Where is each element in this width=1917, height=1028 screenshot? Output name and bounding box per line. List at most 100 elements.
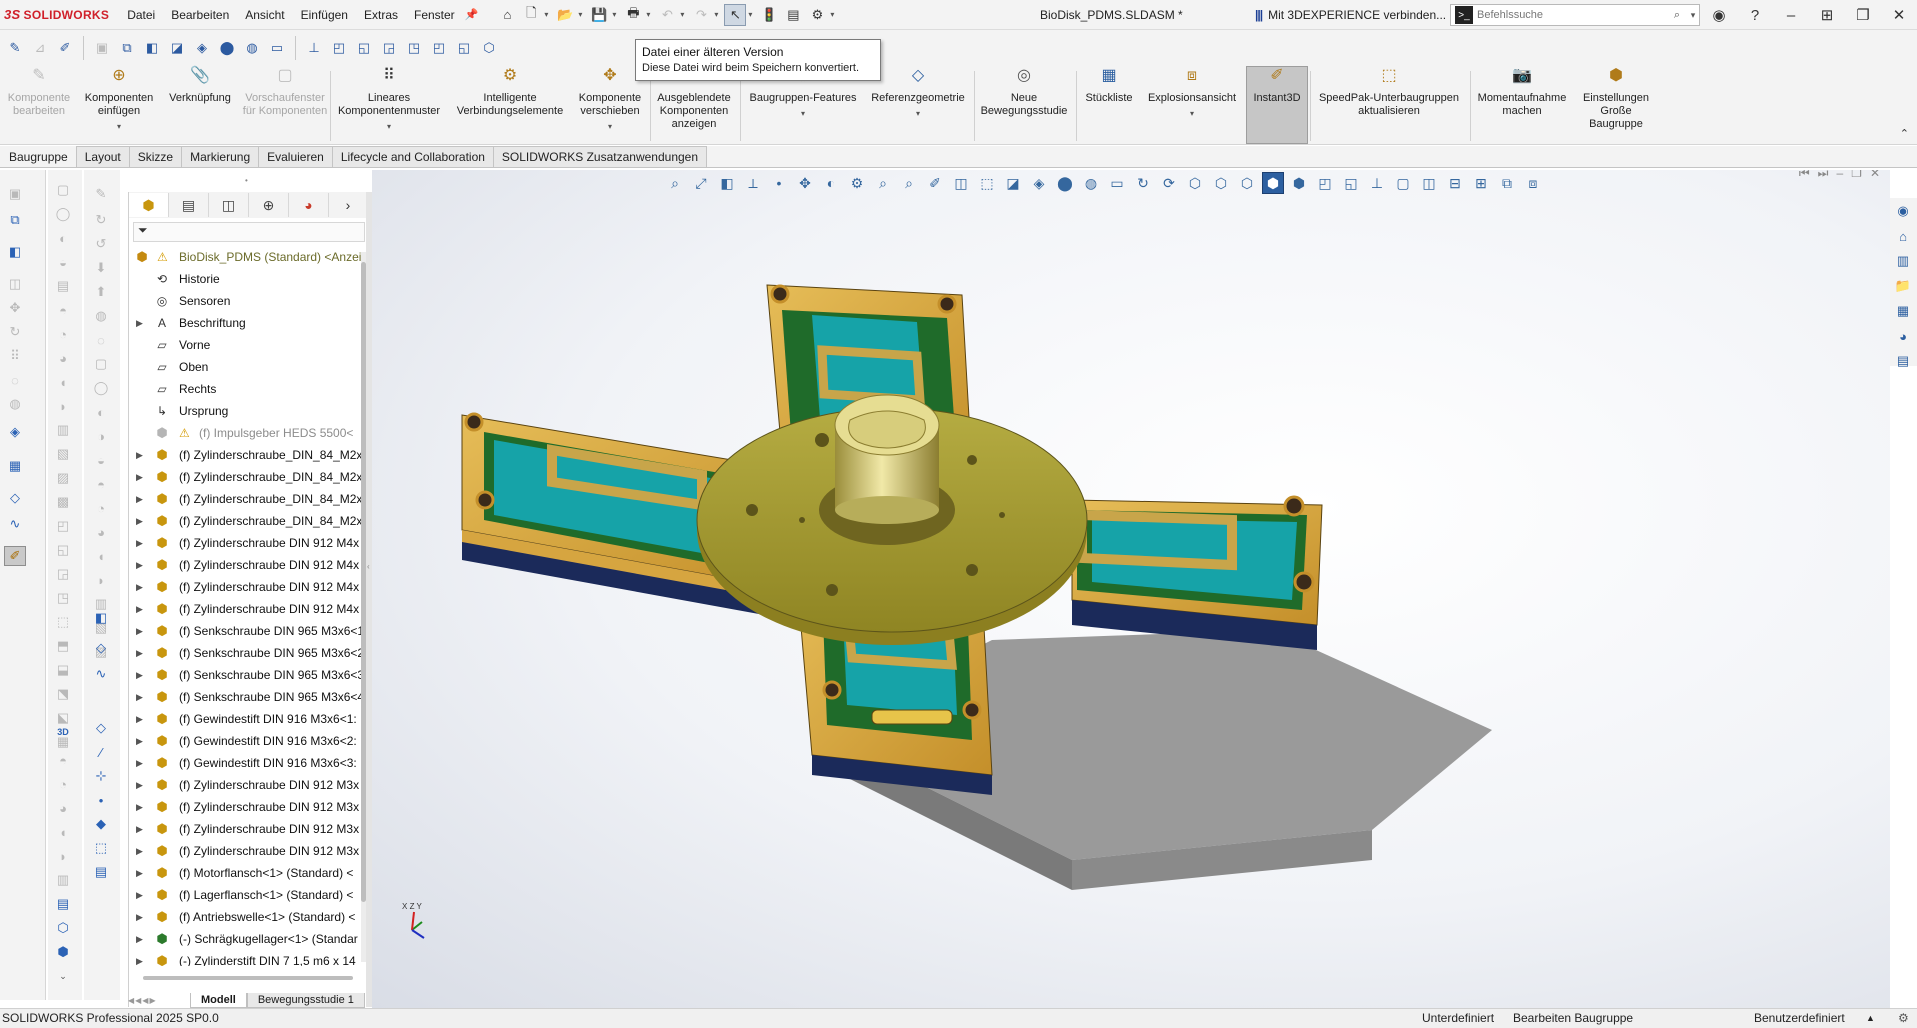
file-properties-icon[interactable]: ▤ <box>782 4 804 26</box>
tool-icon[interactable]: ◗ <box>52 846 74 866</box>
expand-arrow-icon[interactable]: ▶ <box>136 312 143 334</box>
feature-tree-tab-icon[interactable]: ⬢ <box>129 193 169 217</box>
expand-arrow-icon[interactable]: ▶ <box>136 730 143 752</box>
expand-arrow-icon[interactable]: ▶ <box>136 642 143 664</box>
rotate-icon[interactable]: ↻ <box>4 322 26 342</box>
tool-icon[interactable]: ▨ <box>52 468 74 488</box>
tree-item-beschriftung[interactable]: ▶ A Beschriftung <box>129 312 361 334</box>
tree-item-rechts[interactable]: ▱ Rechts <box>129 378 361 400</box>
menu-ansicht[interactable]: Ansicht <box>237 0 292 30</box>
tool-icon[interactable]: ▥ <box>52 870 74 890</box>
pen-icon[interactable]: ✐ <box>54 37 76 59</box>
smart-fasteners-button[interactable]: ⚙ Intelligente Verbindungselemente <box>450 68 570 118</box>
design-library-icon[interactable]: ▥ <box>1892 250 1914 272</box>
graphics-area[interactable]: ⌕ ⤢ ◧ ⟂ • ✥ ◐ ⚙ ⌕ ⌕ ✐ ◫ ⬚ ◪ ◈ ⬤ ◍ ▭ ↻ ⟳ … <box>372 170 1890 1008</box>
new-motion-study-button[interactable]: ◎ Neue Bewegungsstudie <box>974 68 1074 118</box>
tree-item-vorne[interactable]: ▱ Vorne <box>129 334 361 356</box>
tab-scroll-arrows-icon[interactable]: ◀◀◀▶ <box>128 993 190 1008</box>
chevron-down-icon[interactable]: ▾ <box>646 10 654 19</box>
display-style-icon[interactable]: ◪ <box>166 37 188 59</box>
tab-addins[interactable]: SOLIDWORKS Zusatzanwendungen <box>492 146 708 167</box>
chevron-down-icon[interactable]: ▾ <box>748 10 756 19</box>
view-icon[interactable]: ◧ <box>141 37 163 59</box>
redo-icon[interactable]: ↷ <box>690 4 712 26</box>
appearance-icon[interactable]: ◍ <box>4 394 26 414</box>
mate-icon[interactable]: ◫ <box>4 274 26 294</box>
tree-item[interactable]: ▶ ⬢ (f) Zylinderschraube DIN 912 M4x <box>129 598 361 620</box>
appearances-icon[interactable]: ◕ <box>1892 325 1914 347</box>
line-icon[interactable]: ⁄ <box>90 742 112 762</box>
instant3d-icon[interactable]: ✐ <box>4 546 26 566</box>
tool-icon[interactable]: ▤ <box>90 862 112 882</box>
tool-icon[interactable]: ◗ <box>90 570 112 590</box>
tool-icon[interactable]: ↻ <box>90 210 112 230</box>
home-icon[interactable]: ⌂ <box>1892 225 1914 247</box>
tool-icon[interactable]: ↺ <box>90 234 112 254</box>
expand-arrow-icon[interactable]: ▶ <box>136 664 143 686</box>
tool-icon[interactable]: ◔ <box>52 774 74 794</box>
chevron-down-icon[interactable]: ▾ <box>680 10 688 19</box>
expand-arrow-icon[interactable]: ▶ <box>136 950 143 966</box>
tree-item[interactable]: ▶ ⬢ (f) Zylinderschraube DIN 912 M4x <box>129 532 361 554</box>
chevron-down-icon[interactable]: ▾ <box>864 107 972 120</box>
tree-item[interactable]: ▶ ⬢ (f) Senkschraube DIN 965 M3x6<1 <box>129 620 361 642</box>
curve-icon[interactable]: ∿ <box>4 514 26 534</box>
normal-to-icon[interactable]: ⊥ <box>303 37 325 59</box>
component-preview-button[interactable]: ▢ Vorschaufenster für Komponenten <box>240 68 330 118</box>
tree-item[interactable]: ▶ ⬢ (f) Zylinderschraube_DIN_84_M2x <box>129 510 361 532</box>
tool-icon[interactable]: ⬡ <box>52 918 74 938</box>
tree-item[interactable]: ▶ ⬢ (f) Gewindestift DIN 916 M3x6<2: <box>129 730 361 752</box>
tree-item[interactable]: ▶ ⬢ (f) Zylinderschraube DIN 912 M3x <box>129 774 361 796</box>
view-back-icon[interactable]: ◱ <box>353 37 375 59</box>
tab-modell[interactable]: Modell <box>190 993 247 1008</box>
user-icon[interactable]: ◉ <box>1701 6 1737 24</box>
search-placeholder[interactable]: Befehlssuche <box>1477 9 1667 21</box>
tree-item[interactable]: ▶ ⬢ (f) Lagerflansch<1> (Standard) < <box>129 884 361 906</box>
tool-icon[interactable]: ◗ <box>52 396 74 416</box>
tree-item[interactable]: ▶ ⬢ (f) Zylinderschraube DIN 912 M4x <box>129 554 361 576</box>
tool-icon[interactable]: ◓ <box>90 474 112 494</box>
menu-datei[interactable]: Datei <box>119 0 163 30</box>
select-cursor-icon[interactable]: ↖ <box>724 3 747 26</box>
print-icon[interactable]: 🖶 <box>622 4 644 26</box>
insert-component-icon[interactable]: ⧉ <box>4 210 26 230</box>
tab-layout[interactable]: Layout <box>75 146 130 167</box>
tree-item[interactable]: ▶ ⬢ (f) Senkschraube DIN 965 M3x6<3 <box>129 664 361 686</box>
chevron-down-icon[interactable]: ▾ <box>1687 10 1699 21</box>
curve-icon[interactable]: ∿ <box>90 664 112 684</box>
tab-baugruppe[interactable]: Baugruppe <box>0 146 77 167</box>
tool-icon[interactable]: ⬇ <box>90 258 112 278</box>
expand-arrow-icon[interactable]: ▶ <box>136 752 143 774</box>
tree-item-impulsgeber[interactable]: ⬢ ⚠ (f) Impulsgeber HEDS 5500< <box>129 422 361 444</box>
tree-item[interactable]: ▶ ⬢ (f) Zylinderschraube_DIN_84_M2x <box>129 488 361 510</box>
view-right-icon[interactable]: ◳ <box>403 37 425 59</box>
tool-icon[interactable]: ◕ <box>52 798 74 818</box>
expand-arrow-icon[interactable]: ▶ <box>136 840 143 862</box>
file-explorer-icon[interactable]: 📁 <box>1892 275 1914 297</box>
tool-icon[interactable]: ◔ <box>90 498 112 518</box>
bom-icon[interactable]: ▦ <box>4 456 26 476</box>
bounding-box-icon[interactable]: ⬚ <box>90 838 112 858</box>
sketch-icon[interactable]: ✎ <box>4 37 26 59</box>
tree-item[interactable]: ▶ ⬢ (f) Zylinderschraube_DIN_84_M2x <box>129 444 361 466</box>
tree-item[interactable]: ▶ ⬢ (f) Gewindestift DIN 916 M3x6<3: <box>129 752 361 774</box>
display-manager-tab-icon[interactable]: ◕ <box>289 193 329 217</box>
minimize-icon[interactable]: – <box>1773 7 1809 24</box>
component-icon[interactable]: ▣ <box>91 37 113 59</box>
tool-icon[interactable]: ⬚ <box>52 612 74 632</box>
tool-icon[interactable]: ◖ <box>90 546 112 566</box>
configuration-manager-tab-icon[interactable]: ◫ <box>209 193 249 217</box>
expand-arrow-icon[interactable]: ▶ <box>136 466 143 488</box>
tree-item[interactable]: ▶ ⬢ (f) Gewindestift DIN 916 M3x6<1: <box>129 708 361 730</box>
move-icon[interactable]: ✥ <box>4 298 26 318</box>
tool-icon[interactable]: ◒ <box>90 450 112 470</box>
tree-horizontal-scrollbar[interactable] <box>143 976 353 980</box>
chevron-down-icon[interactable]: ▾ <box>742 107 864 120</box>
expand-arrow-icon[interactable]: ▶ <box>136 576 143 598</box>
expand-arrow-icon[interactable]: ▶ <box>136 598 143 620</box>
tool-icon[interactable]: ◖ <box>52 372 74 392</box>
expand-arrow-icon[interactable]: ▶ <box>136 620 143 642</box>
view-icon[interactable]: ◧ <box>90 608 112 628</box>
appearance-icon[interactable]: ⬤ <box>216 37 238 59</box>
tool-icon[interactable]: ◰ <box>52 516 74 536</box>
